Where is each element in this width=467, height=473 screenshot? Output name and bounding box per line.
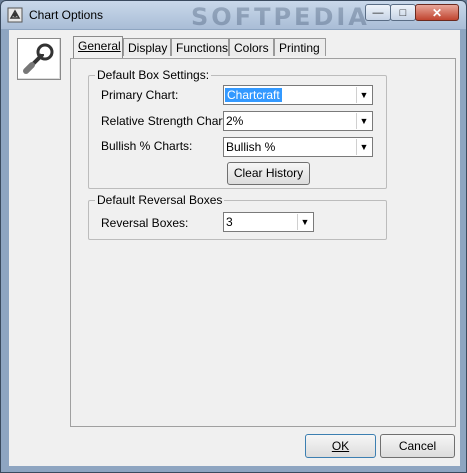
bullish-percent-label: Bullish % Charts: — [101, 139, 193, 153]
close-button[interactable]: ✕ — [415, 4, 459, 21]
cancel-label: Cancel — [398, 439, 437, 453]
primary-chart-label: Primary Chart: — [101, 88, 179, 102]
ok-button[interactable]: OK — [305, 434, 376, 458]
minimize-icon: — — [372, 7, 384, 19]
clear-history-label: Clear History — [233, 166, 304, 180]
primary-chart-value: Chartcraft — [225, 88, 282, 102]
tab-label: Display — [128, 41, 168, 55]
reversal-boxes-value: 3 — [226, 215, 233, 229]
dropdown-arrow-icon[interactable]: ▼ — [356, 113, 371, 129]
group-legend: Default Box Settings: — [97, 68, 210, 82]
dialog-client-area: General Display Functions Colors Printin… — [9, 30, 460, 466]
primary-chart-dropdown[interactable]: Chartcraft ▼ — [223, 85, 373, 105]
bullish-percent-value: Bullish % — [226, 140, 276, 154]
relative-strength-dropdown[interactable]: 2% ▼ — [223, 111, 373, 131]
tab-label: Functions — [176, 41, 229, 55]
tab-functions[interactable]: Functions — [171, 38, 229, 56]
chart-tool-icon — [23, 43, 54, 74]
minimize-button[interactable]: — — [365, 4, 391, 21]
chart-options-icon — [7, 7, 23, 23]
tab-label: General — [78, 39, 121, 53]
close-icon: ✕ — [431, 6, 443, 20]
reversal-boxes-label: Reversal Boxes: — [101, 216, 189, 230]
chart-options-window: Chart Options SOFTPEDIA — □ ✕ General Di… — [0, 0, 467, 473]
title-bar[interactable]: Chart Options SOFTPEDIA — □ ✕ — [1, 1, 466, 31]
tab-label: Printing — [279, 41, 320, 55]
relative-strength-label: Relative Strength Chart: — [101, 114, 230, 128]
group-legend: Default Reversal Boxes — [97, 193, 223, 207]
maximize-icon: □ — [399, 7, 407, 19]
general-tab-panel: Default Box Settings: Primary Chart: Cha… — [70, 58, 456, 427]
tab-colors[interactable]: Colors — [229, 38, 274, 56]
relative-strength-value: 2% — [226, 114, 244, 128]
tab-general[interactable]: General — [73, 36, 123, 58]
bullish-percent-dropdown[interactable]: Bullish % ▼ — [223, 137, 373, 157]
tab-label: Colors — [234, 41, 269, 55]
chart-tool-logo — [17, 38, 61, 80]
watermark: SOFTPEDIA — [191, 3, 370, 31]
tab-display[interactable]: Display — [123, 38, 171, 56]
reversal-boxes-dropdown[interactable]: 3 ▼ — [223, 212, 314, 232]
cancel-button[interactable]: Cancel — [380, 434, 455, 458]
dropdown-arrow-icon[interactable]: ▼ — [356, 139, 371, 155]
window-title: Chart Options — [29, 8, 104, 22]
maximize-button[interactable]: □ — [390, 4, 416, 21]
dropdown-arrow-icon[interactable]: ▼ — [356, 87, 371, 103]
dropdown-arrow-icon[interactable]: ▼ — [297, 214, 312, 230]
ok-label: OK — [331, 439, 350, 453]
tab-printing[interactable]: Printing — [274, 38, 326, 56]
clear-history-button[interactable]: Clear History — [227, 162, 310, 185]
